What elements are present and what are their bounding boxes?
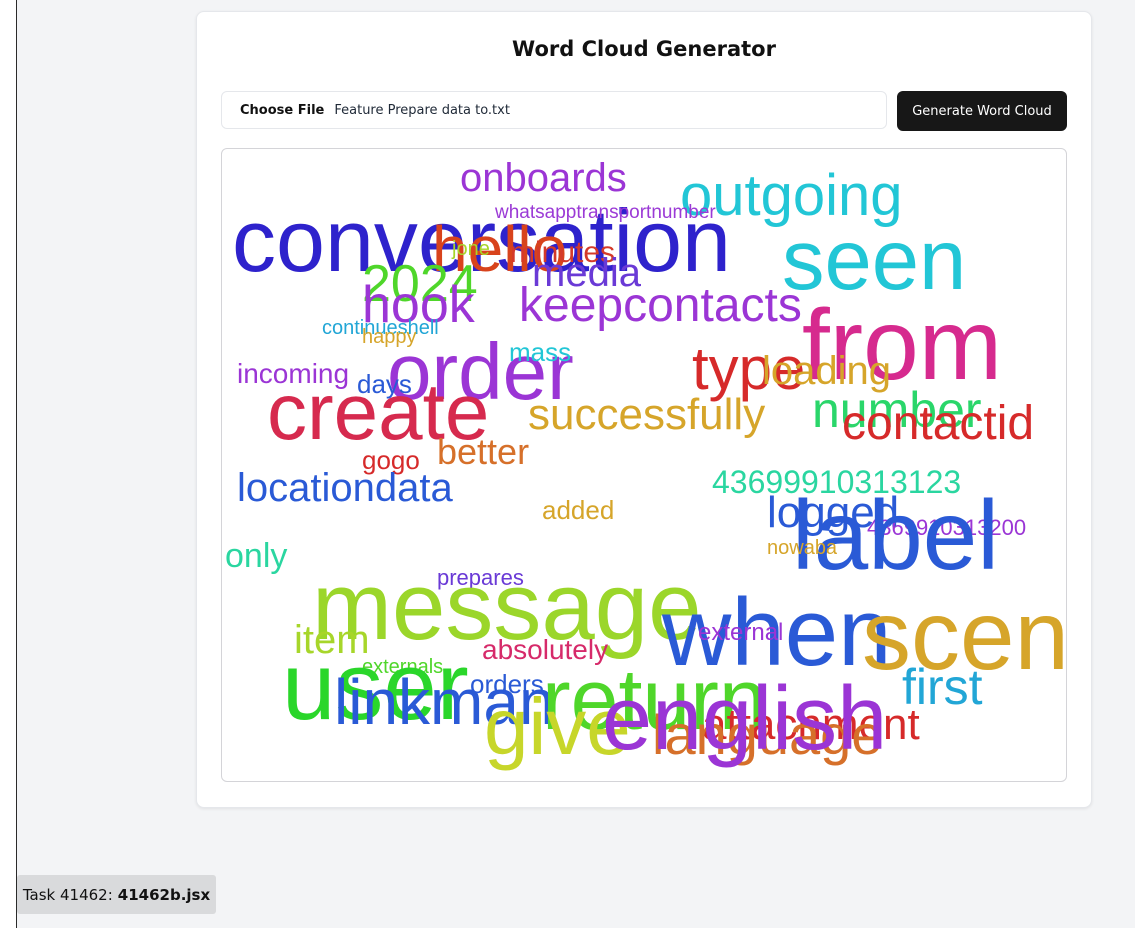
word-external: external — [698, 619, 783, 646]
word-onboards: onboards — [460, 156, 627, 200]
choose-file-button[interactable]: Choose File — [240, 103, 324, 118]
selected-file-name: Feature Prepare data to.txt — [334, 102, 510, 118]
generate-word-cloud-button[interactable]: Generate Word Cloud — [897, 91, 1067, 131]
word-added: added — [542, 495, 614, 525]
word-successfully: successfully — [528, 390, 765, 439]
word-locationdata: locationdata — [237, 466, 453, 510]
word-label: label — [792, 480, 999, 590]
word-cloud-canvas: conversation onboards outgoing whatsapptran… — [221, 148, 1067, 782]
page-title: Word Cloud Generator — [512, 37, 776, 61]
word-nowaba: nowaba — [767, 537, 838, 559]
word-english: english — [602, 669, 887, 769]
left-edge-rule — [0, 0, 17, 928]
word-mass: mass — [509, 337, 571, 367]
word-cloud-card: Word Cloud Generator Choose File Feature… — [196, 11, 1092, 808]
task-file: 41462b.jsx — [117, 885, 211, 904]
file-input[interactable]: Choose File Feature Prepare data to.txt — [221, 91, 887, 129]
task-badge: Task 41462: 41462b.jsx — [17, 875, 216, 914]
word-only: only — [225, 537, 287, 575]
word-cloud-svg: conversationonboards outgoingwhatsapptran… — [225, 156, 1066, 771]
task-label: Task 41462: — [22, 885, 113, 904]
word-keepcontacts: keepcontacts — [519, 279, 802, 332]
word-contactid: contactid — [842, 397, 1034, 450]
